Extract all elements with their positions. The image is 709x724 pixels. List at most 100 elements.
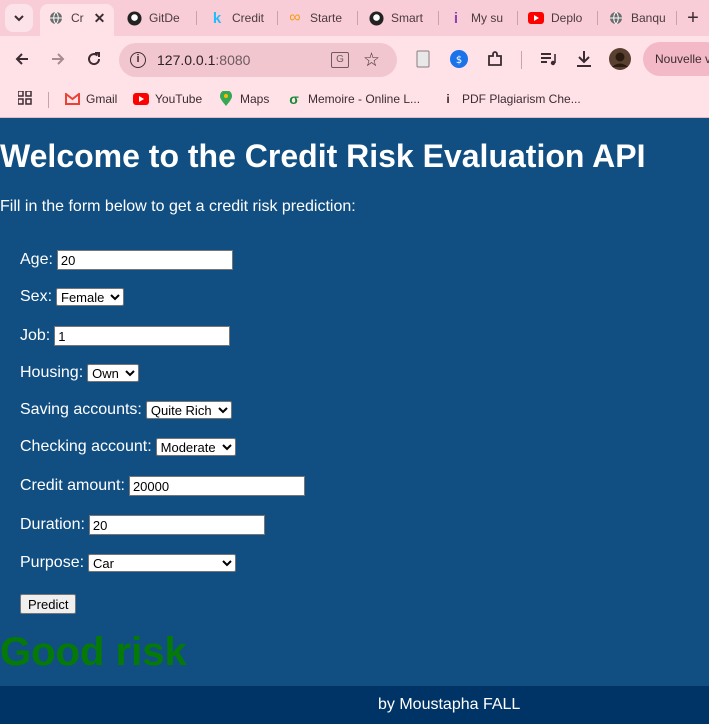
- tab-title: Starte: [310, 11, 343, 25]
- site-info-icon[interactable]: i: [130, 52, 146, 68]
- sex-select[interactable]: Female: [56, 288, 125, 306]
- reload-button[interactable]: [81, 46, 107, 72]
- age-row: Age:: [20, 250, 233, 270]
- back-button[interactable]: [9, 46, 35, 72]
- age-input[interactable]: [56, 250, 233, 270]
- saving-accounts-select[interactable]: Quite Rich: [145, 401, 232, 419]
- close-icon[interactable]: ✕: [94, 10, 106, 27]
- purpose-select[interactable]: Car: [88, 554, 237, 572]
- tab-separator: [676, 11, 677, 25]
- bookmark-label: Gmail: [86, 92, 118, 106]
- new-version-button[interactable]: Nouvelle v: [643, 42, 709, 76]
- footer-credit: by Moustapha FALL: [378, 696, 521, 713]
- housing-label: Housing:: [20, 364, 84, 381]
- sex-row: Sex: Female: [20, 288, 125, 306]
- tab-title: Credit: [232, 11, 265, 25]
- document-icon: [416, 50, 430, 68]
- credit-amount-input[interactable]: [128, 476, 305, 496]
- toolbar-separator: [521, 51, 522, 69]
- checking-account-label: Checking account:: [20, 438, 152, 455]
- bookmark-label: Maps: [240, 92, 270, 106]
- bookmark-label: PDF Plagiarism Che...: [462, 92, 581, 106]
- prediction-result: Good risk: [0, 630, 187, 674]
- tab-gitdet[interactable]: GitDe: [126, 4, 188, 32]
- tab-strip: Cr ✕ GitDe k Credit ∞ Starte Smart i My …: [0, 0, 709, 36]
- tab-my-su[interactable]: i My su: [448, 4, 508, 32]
- maps-icon: [218, 91, 234, 107]
- tab-banque[interactable]: Banqu: [608, 4, 668, 32]
- youtube-icon: [528, 10, 544, 26]
- new-tab-button[interactable]: +: [680, 4, 706, 32]
- arrow-left-icon: [15, 53, 28, 65]
- tab-separator: [196, 11, 197, 25]
- intro-text: Fill in the form below to get a credit r…: [0, 198, 356, 215]
- bookmark-youtube[interactable]: YouTube: [133, 91, 202, 107]
- translate-icon[interactable]: G: [331, 52, 349, 68]
- checking-account-select[interactable]: Moderate: [155, 438, 236, 456]
- extensions-button[interactable]: [482, 46, 508, 72]
- bookmark-maps[interactable]: Maps: [218, 91, 269, 107]
- bookmark-gmail[interactable]: Gmail: [64, 91, 117, 107]
- extension-button[interactable]: $: [446, 46, 472, 72]
- puzzle-icon: [488, 51, 502, 66]
- page-title: Welcome to the Credit Risk Evaluation AP…: [0, 138, 646, 174]
- github-icon: [368, 10, 384, 26]
- duration-label: Duration:: [20, 516, 85, 533]
- page-content: Welcome to the Credit Risk Evaluation AP…: [0, 118, 709, 724]
- tab-smart[interactable]: Smart: [368, 4, 428, 32]
- tab-title: Banqu: [631, 11, 666, 25]
- downloads-button[interactable]: [571, 46, 597, 72]
- job-input[interactable]: [54, 326, 231, 346]
- bookmarks-bar: Gmail YouTube Maps σ Memoire - Online L.…: [0, 82, 709, 118]
- tab-title: GitDe: [149, 11, 180, 25]
- credit-amount-row: Credit amount:: [20, 476, 305, 496]
- purpose-label: Purpose:: [20, 554, 85, 571]
- tab-title: Smart: [391, 11, 424, 25]
- chevron-down-icon: [14, 15, 24, 22]
- url-text: 127.0.0.1:8080: [157, 52, 251, 68]
- tab-title: My su: [471, 11, 504, 25]
- apps-button[interactable]: [18, 91, 32, 105]
- bookmark-pdf-plagiarism[interactable]: i PDF Plagiarism Che...: [440, 91, 581, 107]
- tab-search-button[interactable]: [5, 4, 33, 32]
- star-icon[interactable]: ☆: [363, 49, 380, 72]
- profile-avatar[interactable]: [607, 46, 633, 72]
- tab-separator: [517, 11, 518, 25]
- address-bar[interactable]: i 127.0.0.1:8080 G ☆: [119, 43, 397, 77]
- tab-active[interactable]: Cr ✕: [40, 4, 114, 36]
- job-label: Job:: [20, 327, 51, 344]
- duration-input[interactable]: [88, 515, 265, 535]
- bookmark-separator: [48, 92, 49, 108]
- housing-row: Housing: Own: [20, 364, 140, 382]
- svg-text:$: $: [456, 55, 462, 66]
- bookmark-label: YouTube: [155, 92, 203, 106]
- github-icon: [126, 10, 142, 26]
- media-button[interactable]: [535, 46, 561, 72]
- credit-amount-label: Credit amount:: [20, 477, 125, 494]
- avatar-icon: [609, 48, 631, 70]
- gmail-icon: [64, 91, 80, 107]
- predict-button[interactable]: Predict: [20, 594, 77, 614]
- apps-grid-icon: [18, 91, 32, 105]
- saving-accounts-label: Saving accounts:: [20, 401, 142, 418]
- age-label: Age:: [20, 251, 53, 268]
- footer: by Moustapha FALL: [0, 686, 709, 724]
- tab-deploy[interactable]: Deplo: [528, 4, 588, 32]
- browser-toolbar: i 127.0.0.1:8080 G ☆ $ Nouvelle v: [0, 36, 709, 82]
- tab-credit[interactable]: k Credit: [209, 4, 269, 32]
- globe-icon: [608, 10, 624, 26]
- tab-title: Cr: [71, 11, 84, 25]
- bookmark-memoire[interactable]: σ Memoire - Online L...: [286, 91, 420, 107]
- tab-starter[interactable]: ∞ Starte: [287, 4, 347, 32]
- playlist-icon: [541, 53, 556, 66]
- reading-mode-button[interactable]: [410, 46, 436, 72]
- housing-select[interactable]: Own: [87, 364, 140, 382]
- tab-separator: [438, 11, 439, 25]
- forward-button[interactable]: [45, 46, 71, 72]
- arrow-right-icon: [52, 53, 65, 65]
- checking-account-row: Checking account: Moderate: [20, 438, 236, 456]
- tab-separator: [597, 11, 598, 25]
- globe-icon: [48, 10, 64, 26]
- sex-label: Sex:: [20, 288, 53, 305]
- tab-separator: [277, 11, 278, 25]
